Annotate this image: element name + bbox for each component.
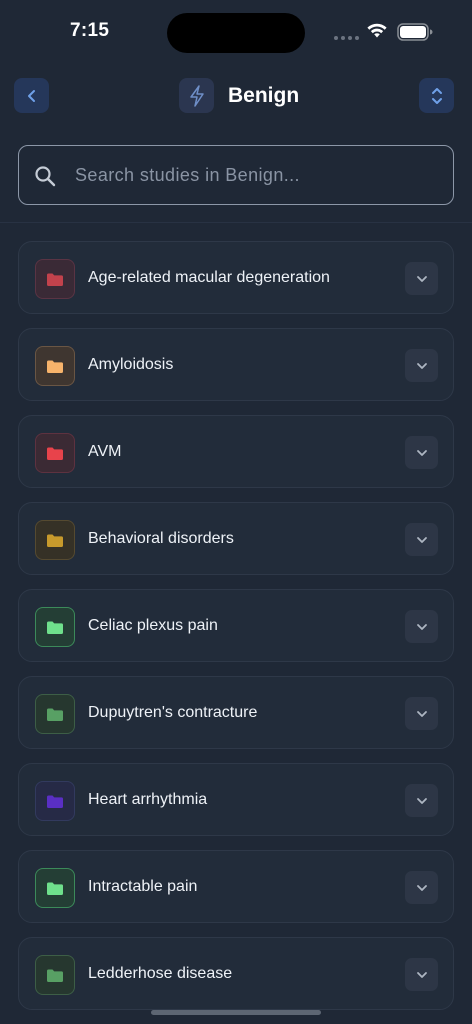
expand-button[interactable] xyxy=(405,697,438,730)
folder-badge xyxy=(35,346,75,386)
study-label: Dupuytren's contracture xyxy=(88,704,258,721)
folder-icon xyxy=(47,795,63,808)
chevron-down-icon xyxy=(416,797,427,804)
study-label: AVM xyxy=(88,443,122,460)
expand-button[interactable] xyxy=(405,349,438,382)
study-label: Behavioral disorders xyxy=(88,530,234,547)
study-card[interactable]: Ledderhose disease xyxy=(18,937,454,1010)
study-card[interactable]: Heart arrhythmia xyxy=(18,763,454,836)
chevron-up-down-icon xyxy=(431,87,442,104)
expand-button[interactable] xyxy=(405,958,438,991)
dynamic-island xyxy=(167,13,305,53)
chevron-down-icon xyxy=(416,449,427,456)
chevron-down-icon xyxy=(416,275,427,282)
status-bar: 7:15 xyxy=(0,0,472,62)
sort-button[interactable] xyxy=(419,78,454,113)
folder-icon xyxy=(47,621,63,634)
study-label: Amyloidosis xyxy=(88,356,174,373)
category-badge xyxy=(179,78,214,113)
chevron-down-icon xyxy=(416,536,427,543)
chevron-left-icon xyxy=(27,89,35,102)
back-button[interactable] xyxy=(14,78,49,113)
header-divider xyxy=(0,222,472,223)
title-group: Benign xyxy=(179,78,299,113)
folder-badge xyxy=(35,868,75,908)
folder-badge xyxy=(35,694,75,734)
study-label: Ledderhose disease xyxy=(88,965,233,982)
folder-badge xyxy=(35,781,75,821)
study-card[interactable]: AVM xyxy=(18,415,454,488)
expand-button[interactable] xyxy=(405,523,438,556)
folder-icon xyxy=(47,273,63,286)
chevron-down-icon xyxy=(416,362,427,369)
study-card[interactable]: Celiac plexus pain xyxy=(18,589,454,662)
folder-badge xyxy=(35,955,75,995)
chevron-down-icon xyxy=(416,971,427,978)
folder-icon xyxy=(47,447,63,460)
wifi-icon xyxy=(367,23,387,38)
chevron-down-icon xyxy=(416,884,427,891)
study-label: Intractable pain xyxy=(88,878,198,895)
folder-icon xyxy=(47,882,63,895)
battery-icon xyxy=(397,23,433,41)
expand-button[interactable] xyxy=(405,871,438,904)
study-card[interactable]: Behavioral disorders xyxy=(18,502,454,575)
study-list: Age-related macular degeneration Amyloido… xyxy=(18,241,454,1024)
nav-header: Benign xyxy=(0,78,472,114)
bolt-icon xyxy=(189,84,204,107)
folder-icon xyxy=(47,708,63,721)
search-icon xyxy=(35,166,56,187)
study-card[interactable]: Amyloidosis xyxy=(18,328,454,401)
folder-badge xyxy=(35,259,75,299)
folder-badge xyxy=(35,433,75,473)
expand-button[interactable] xyxy=(405,784,438,817)
expand-button[interactable] xyxy=(405,436,438,469)
chevron-down-icon xyxy=(416,710,427,717)
folder-icon xyxy=(47,969,63,982)
study-label: Age-related macular degeneration xyxy=(88,269,330,286)
folder-icon xyxy=(47,534,63,547)
study-label: Celiac plexus pain xyxy=(88,617,218,634)
page-title: Benign xyxy=(228,83,300,107)
expand-button[interactable] xyxy=(405,610,438,643)
expand-button[interactable] xyxy=(405,262,438,295)
status-time: 7:15 xyxy=(70,20,110,41)
study-label: Heart arrhythmia xyxy=(88,791,208,808)
cellular-signal-icon xyxy=(334,36,359,40)
study-card[interactable]: Intractable pain xyxy=(18,850,454,923)
study-card[interactable]: Dupuytren's contracture xyxy=(18,676,454,749)
chevron-down-icon xyxy=(416,623,427,630)
search-field[interactable] xyxy=(18,145,454,205)
search-input[interactable] xyxy=(75,146,445,204)
folder-icon xyxy=(47,360,63,373)
screen: 7:15 Benign Search studies in Benign... … xyxy=(0,0,472,1024)
study-card[interactable]: Age-related macular degeneration xyxy=(18,241,454,314)
folder-badge xyxy=(35,520,75,560)
folder-badge xyxy=(35,607,75,647)
home-indicator[interactable] xyxy=(151,1010,321,1015)
